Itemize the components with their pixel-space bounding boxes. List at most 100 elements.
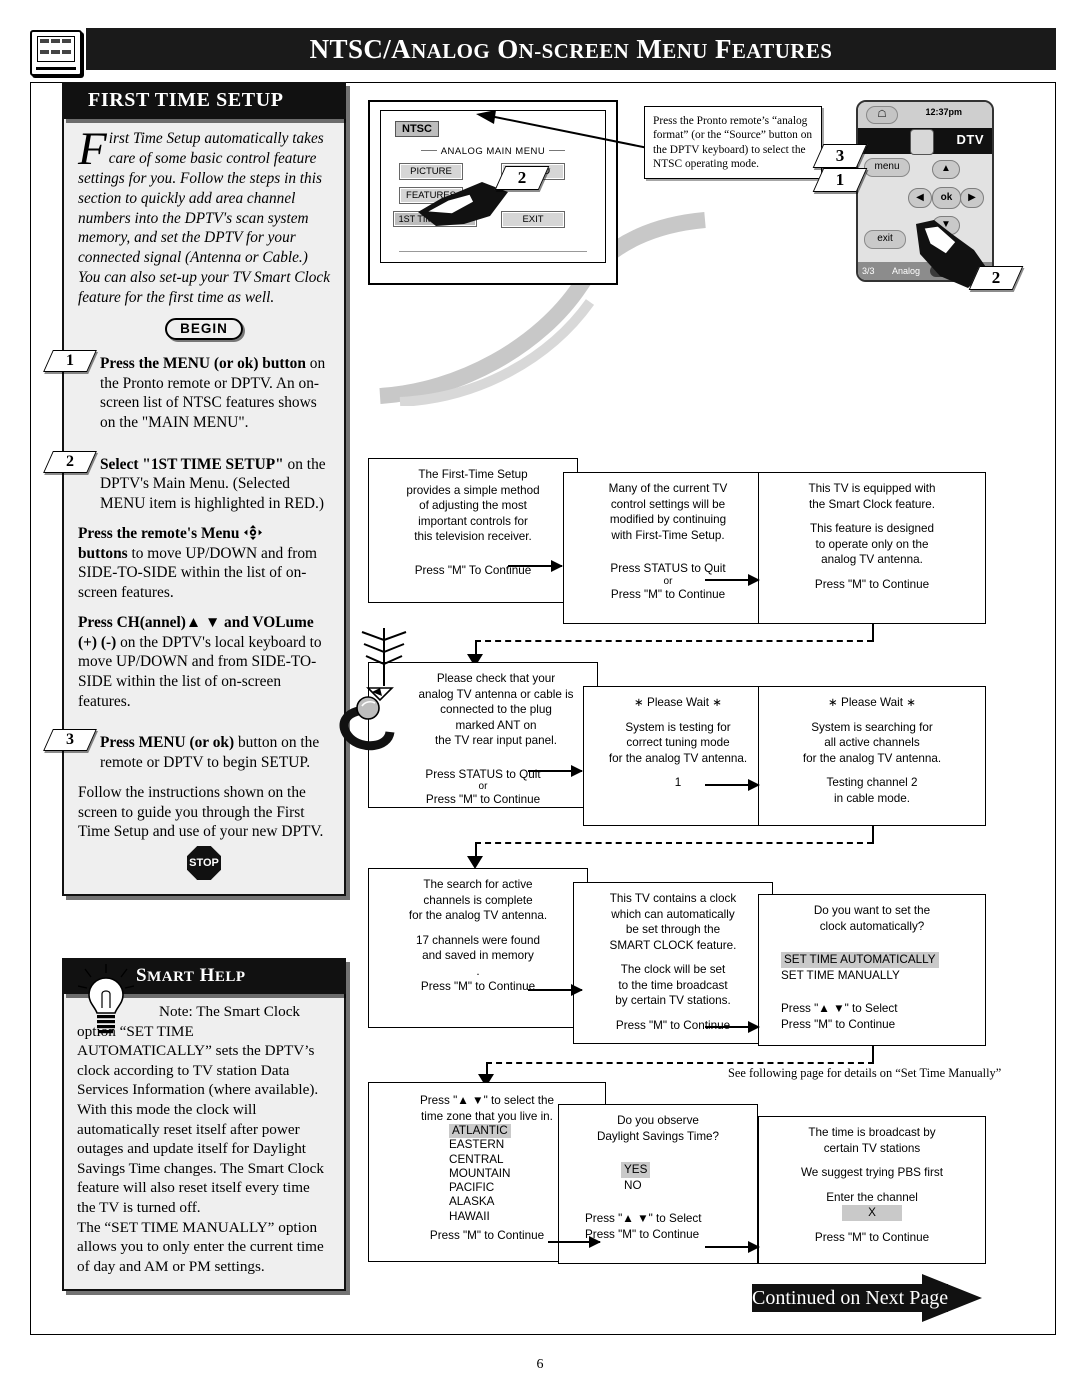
remote-right-button[interactable]: ▶ (960, 188, 984, 208)
flow-box-6-line-5: in cable mode. (833, 791, 910, 805)
flow-arrow-5-6 (705, 779, 760, 791)
flow-box-10-option-2[interactable]: CENTRAL (449, 1153, 504, 1166)
flow-box-11-option-1[interactable]: NO (624, 1179, 642, 1192)
step-3-number: 3 (48, 729, 92, 751)
osd-button-1st-time-setup[interactable]: 1ST TIME SETUP (393, 211, 477, 227)
flow-box-4-line-0: Please check that your (436, 672, 556, 685)
flow-box-5-line-1: correct tuning mode (626, 736, 730, 750)
remote-down-button[interactable]: ▼ (932, 216, 960, 235)
flow-box-10-option-6[interactable]: HAWAII (449, 1210, 490, 1223)
flow-box-12-line-0: The time is broadcast by (808, 1126, 936, 1139)
flow-arrow-1-2 (508, 560, 563, 572)
flow-box-10-option-1[interactable]: EASTERN (449, 1138, 504, 1151)
menu-buttons-paragraph: Press the remote's Menu buttons to move … (78, 524, 330, 603)
flow-box-12-value[interactable]: X (842, 1205, 902, 1221)
channel-volume-paragraph: Press CH(annel)▲ ▼ and VOLume (+) (-) on… (78, 613, 330, 712)
tv-callout-number-2: 2 (500, 166, 544, 190)
remote-menu-button[interactable]: menu (864, 158, 910, 177)
remote-left-button[interactable]: ◀ (908, 188, 932, 208)
callout-box: Press the Pronto remote’s “analog format… (644, 106, 822, 180)
remote-dpad: ▲ ◀ ok ▶ ▼ (908, 160, 986, 252)
flow-box-12-line-5: Enter the channel (826, 1190, 918, 1204)
flow-box-2-line-1: control settings will be (610, 497, 726, 511)
nav-pad-icon (244, 524, 263, 540)
flow-box-9-line-0: Do you want to set the (813, 904, 931, 917)
flow-box-12: The time is broadcast by certain TV stat… (758, 1116, 986, 1264)
flow-box-5-title: ∗ Please Wait ∗ (633, 696, 722, 709)
flow-box-1-line-4: this television receiver. (414, 530, 532, 544)
step-1: 1 Press the MENU (or ok) button on the P… (66, 352, 330, 433)
flow-box-9-option-0[interactable]: SET TIME AUTOMATICALLY (781, 952, 939, 968)
begin-marker: BEGIN (78, 317, 330, 340)
flow-box-2-line-2: modified by continuing (609, 513, 727, 527)
pronto-remote: ☖ 12:37pm DTV menu exit ▲ ◀ ok ▶ ▼ 3/3 A… (856, 100, 994, 282)
flow-box-6-line-2: for the analog TV antenna. (802, 751, 942, 765)
home-icon[interactable]: ☖ (866, 106, 898, 124)
step-3: 3 Press MENU (or ok) button on the remot… (66, 731, 330, 772)
flow-box-7-line-6: . (476, 964, 480, 978)
flow-box-4-footer-1: or (478, 781, 488, 793)
flow-box-8-line-2: be set through the (625, 923, 721, 937)
flow-box-2-footer-2: Press "M" to Continue (610, 587, 726, 601)
flow-box-7-line-5: and saved in memory (422, 949, 534, 963)
connector-dashed-row2 (475, 640, 873, 642)
continued-label: Continued on Next Page (752, 1284, 948, 1312)
device-icon (910, 129, 934, 155)
flow-box-2-line-0: Many of the current TV (608, 482, 728, 495)
flow-box-2: Many of the current TV control settings … (563, 472, 773, 624)
flow-box-1-line-1: provides a simple method (406, 483, 540, 497)
connector-dashed-row3 (475, 842, 873, 844)
osd-button-features[interactable]: FEATURES (399, 187, 463, 204)
flow-box-9: Do you want to set the clock automatical… (758, 894, 986, 1046)
flow-box-8-line-1: which can automatically (611, 907, 735, 921)
step-1-bold: Press the MENU (or ok) button (100, 354, 306, 372)
osd-button-picture[interactable]: PICTURE (399, 163, 463, 180)
remote-ok-button[interactable]: ok (932, 187, 961, 209)
callout-arrow (476, 110, 649, 149)
flow-box-7: The search for active channels is comple… (368, 868, 588, 1028)
flow-box-1-line-0: The First-Time Setup (418, 468, 528, 481)
ntsc-badge: NTSC (395, 121, 439, 137)
connector-dashed-row4 (486, 1062, 874, 1064)
continued-banner: Continued on Next Page (752, 1274, 1002, 1322)
flow-box-8: This TV contains a clock which can autom… (573, 882, 773, 1044)
tv-menu-icon (30, 30, 82, 76)
page-title: NTSC/ANALOG ON-SCREEN MENU FEATURES (309, 33, 833, 64)
flow-box-7-line-0: The search for active (423, 878, 533, 891)
remote-status-mid: Analog (892, 266, 921, 276)
flow-box-12-line-3: We suggest trying PBS first (800, 1166, 944, 1180)
step-2: 2 Select "1ST TIME SETUP" on the DPTV's … (66, 453, 330, 514)
antenna-cable-icon (339, 628, 407, 751)
remote-exit-button[interactable]: exit (864, 230, 906, 249)
flow-box-11-option-0[interactable]: YES (621, 1162, 651, 1178)
flow-box-10-option-0[interactable]: ATLANTIC (449, 1124, 511, 1139)
flow-arrow-7-8 (528, 984, 583, 996)
remote-clock: 12:37pm (925, 107, 962, 117)
flow-box-10-option-5[interactable]: ALASKA (449, 1195, 494, 1208)
flow-box-5-line-2: for the analog TV antenna. (608, 751, 748, 765)
flow-box-8-line-3: SMART CLOCK feature. (609, 938, 737, 952)
flow-box-8-line-6: to the time broadcast (618, 978, 728, 992)
flow-box-7-line-2: for the analog TV antenna. (408, 909, 548, 923)
step-1-text: Press the MENU (or ok) button on the Pro… (82, 354, 330, 433)
flow-box-10-option-4[interactable]: PACIFIC (449, 1181, 494, 1194)
flow-arrow-8-9 (705, 1021, 760, 1033)
flow-box-10-option-3[interactable]: MOUNTAIN (449, 1167, 510, 1180)
flow-box-3-footer-0: Press "M" to Continue (814, 577, 930, 591)
flow-arrow-11-12 (705, 1241, 760, 1253)
flow-box-1-line-2: of adjusting the most (419, 499, 527, 513)
remote-up-button[interactable]: ▲ (932, 160, 960, 179)
flow-box-1-line-3: important controls for (418, 514, 528, 528)
illustration-area: NTSC ANALOG MAIN MENU PICTURE FEATURES 1… (339, 86, 1050, 1316)
lightbulb-icon (77, 964, 135, 1040)
flow-arrow-4-5 (528, 765, 583, 777)
flow-box-9-option-1[interactable]: SET TIME MANUALLY (781, 969, 900, 982)
flow-box-3-line-3: This feature is designed (809, 522, 935, 536)
flow-box-6-line-1: all active channels (824, 736, 920, 750)
flow-box-12-line-1: certain TV stations (823, 1141, 921, 1155)
flow-box-8-line-5: The clock will be set (620, 963, 726, 977)
remote-mode-label: DTV (956, 132, 984, 147)
osd-button-exit[interactable]: EXIT (501, 211, 565, 228)
flow-box-5-line-0: System is testing for (625, 720, 731, 734)
flow-box-6: ∗ Please Wait ∗ System is searching for … (758, 686, 986, 826)
